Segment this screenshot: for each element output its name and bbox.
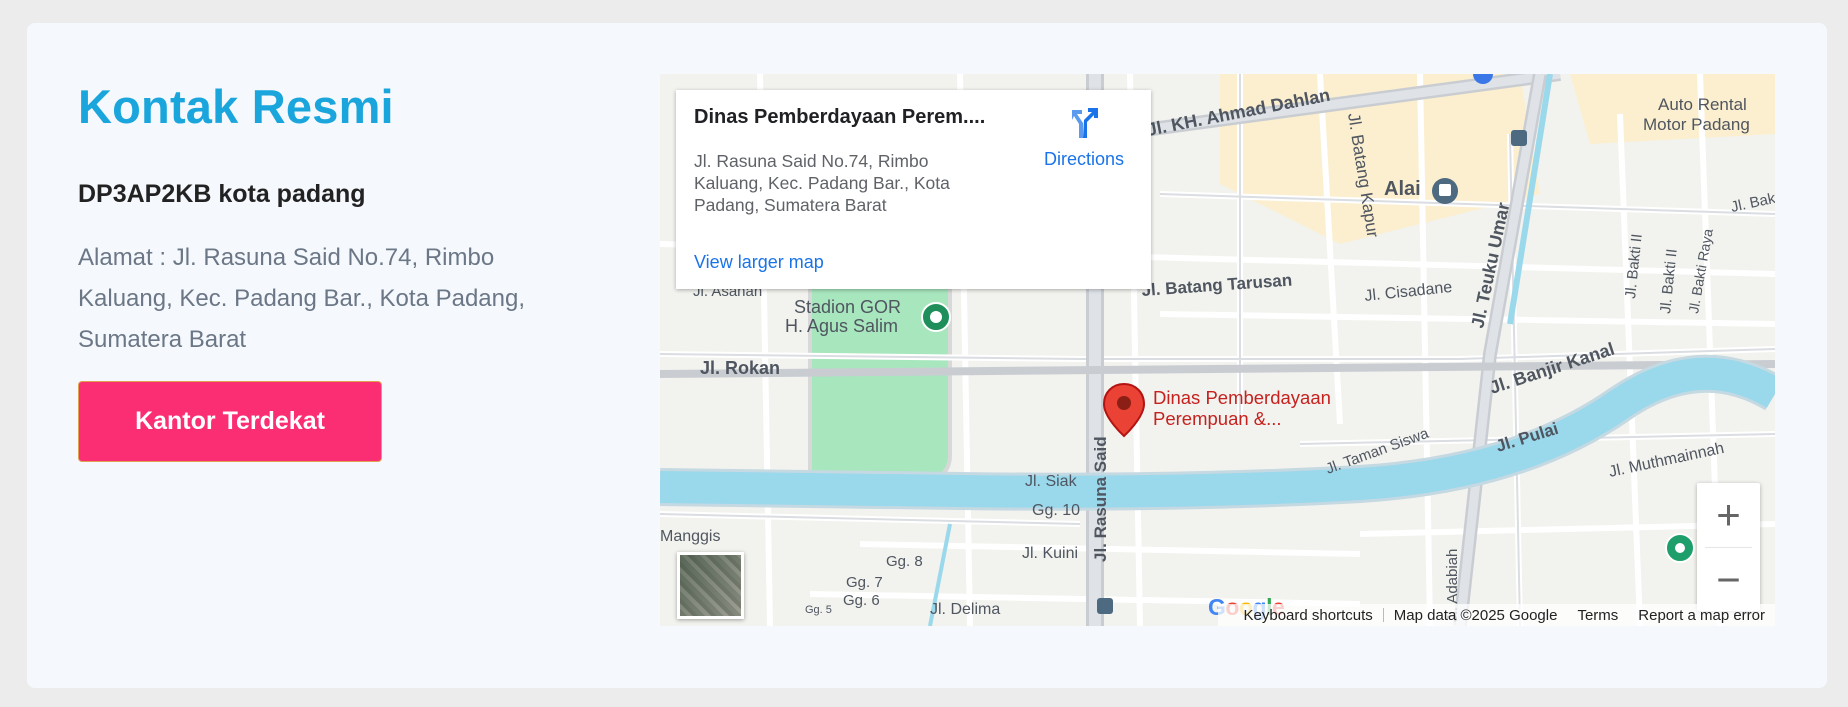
terms-link[interactable]: Terms [1567, 607, 1628, 624]
street-label: Jl. Rokan [700, 358, 780, 378]
report-map-error-link[interactable]: Report a map error [1628, 607, 1775, 624]
park-poi-icon[interactable] [1665, 533, 1695, 563]
stadium-icon[interactable] [921, 302, 951, 332]
embedded-map[interactable]: Jl. KH. Ahmad Dahlan Jl. Batang Kapur Al… [660, 74, 1775, 626]
nearest-office-button[interactable]: Kantor Terdekat [78, 381, 382, 462]
transit-icon[interactable] [1511, 130, 1527, 146]
place-info-card: Dinas Pemberdayaan Perem.... Jl. Rasuna … [676, 90, 1151, 289]
street-label: Jl. Rasuna Said [1091, 436, 1110, 562]
poi-label: Auto Rental [1658, 95, 1747, 114]
street-label: Gg. 10 [1032, 502, 1080, 519]
street-label: Jl. Siak [1025, 473, 1078, 490]
area-label: Alai [1384, 178, 1421, 200]
directions-label: Directions [1043, 149, 1125, 169]
map-data-credit: Map data ©2025 Google [1393, 606, 1558, 624]
poi-label: Stadion GOR [794, 297, 901, 317]
organization-name: DP3AP2KB kota padang [78, 180, 366, 208]
poi-label: H. Agus Salim [785, 316, 898, 336]
marker-label-line: Dinas Pemberdayaan [1153, 387, 1331, 408]
train-icon[interactable] [1432, 178, 1458, 204]
contact-card: Kontak Resmi DP3AP2KB kota padang Alamat… [27, 23, 1827, 688]
zoom-controls: + − [1697, 483, 1760, 611]
directions-icon [1072, 108, 1098, 138]
bus-icon[interactable] [1097, 598, 1113, 614]
street-label: Jl. Delima [930, 601, 1000, 618]
directions-button[interactable]: Directions [1034, 106, 1134, 170]
street-label: Gg. 6 [843, 592, 880, 609]
street-label: Gg. 7 [846, 574, 883, 591]
minus-icon: − [1716, 555, 1741, 603]
poi-label: Motor Padang [1643, 115, 1750, 134]
street-label: Gg. 8 [886, 553, 923, 570]
street-label: Gg. 5 [805, 604, 832, 616]
page-title: Kontak Resmi [78, 80, 394, 133]
place-address: Jl. Rasuna Said No.74, Rimbo Kaluang, Ke… [694, 151, 950, 215]
map-footer: Keyboard shortcuts Map data ©2025 Google… [1218, 604, 1775, 626]
street-label: Jl. Kuini [1022, 545, 1078, 562]
street-label: Manggis [660, 528, 720, 545]
plus-icon: + [1716, 490, 1741, 538]
zoom-in-button[interactable]: + [1697, 483, 1760, 546]
view-larger-map-link[interactable]: View larger map [694, 252, 824, 273]
office-address: Alamat : Jl. Rasuna Said No.74, Rimbo Ka… [78, 244, 525, 353]
place-name: Dinas Pemberdayaan Perem.... [694, 106, 986, 128]
marker-label: Dinas Pemberdayaan Perempuan &... [1153, 387, 1373, 429]
keyboard-shortcuts-link[interactable]: Keyboard shortcuts [1234, 607, 1383, 624]
satellite-toggle-button[interactable] [677, 552, 744, 619]
map-pin-icon[interactable] [1102, 382, 1146, 443]
zoom-out-button[interactable]: − [1697, 548, 1760, 611]
marker-label-line: Perempuan &... [1153, 408, 1282, 429]
